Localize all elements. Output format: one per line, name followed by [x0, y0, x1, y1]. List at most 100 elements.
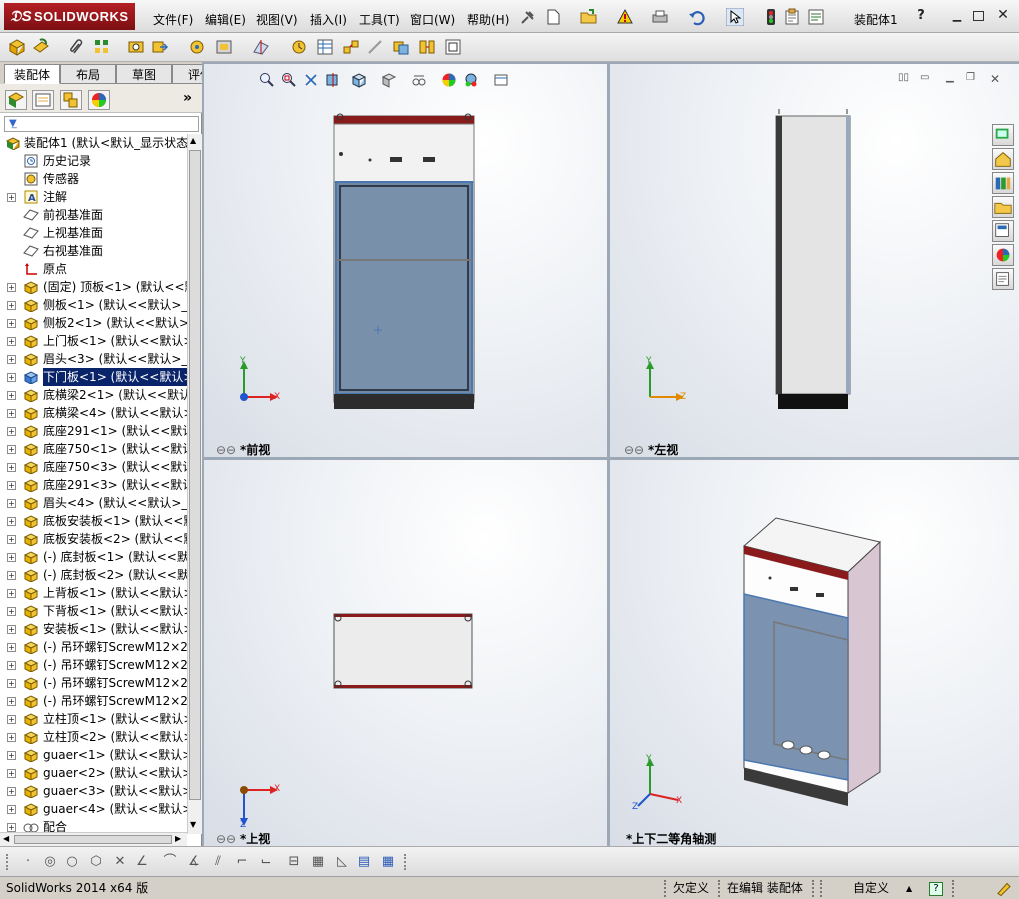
close-button[interactable]: ✕	[996, 8, 1010, 22]
design-library-tab[interactable]	[992, 148, 1014, 170]
tree-root-assembly[interactable]: 装配体1 (默认<默认_显示状态	[0, 134, 187, 152]
tree-item[interactable]: + 底板安装板<1> (默认<<默	[0, 512, 187, 530]
help-button[interactable]: ?	[914, 9, 928, 22]
appearances-tab[interactable]	[992, 244, 1014, 266]
smart-fasteners-icon[interactable]	[127, 38, 145, 56]
menu-edit[interactable]: 编辑(E)	[205, 11, 246, 28]
rebuild-warning-icon[interactable]	[616, 8, 634, 26]
traffic-light-icon[interactable]	[762, 8, 780, 26]
tree-item[interactable]: + 上背板<1> (默认<<默认>_	[0, 584, 187, 602]
grid-icon[interactable]: ▦	[310, 854, 326, 870]
minimize-button[interactable]: ▁	[950, 9, 964, 22]
new-document-icon[interactable]	[544, 8, 562, 26]
help-status-icon[interactable]: ?	[929, 882, 943, 896]
expand-toggle-icon[interactable]: +	[7, 283, 16, 292]
tree-item[interactable]: 右视基准面	[0, 242, 187, 260]
tree-item[interactable]: + (-) 底封板<1> (默认<<默认	[0, 548, 187, 566]
scroll-thumb[interactable]	[189, 150, 201, 800]
menu-file[interactable]: 文件(F)	[153, 11, 193, 28]
display-manager-tab[interactable]	[88, 90, 110, 110]
pin-icon[interactable]	[518, 9, 536, 27]
expand-toggle-icon[interactable]: +	[7, 769, 16, 778]
tree-item[interactable]: + 底座291<1> (默认<<默认>	[0, 422, 187, 440]
expand-toggle-icon[interactable]: +	[7, 607, 16, 616]
expand-toggle-icon[interactable]: +	[7, 697, 16, 706]
tree-item[interactable]: + 侧板2<1> (默认<<默认>_显	[0, 314, 187, 332]
viewport-isometric[interactable]: Y X Z *上下二等角轴测	[610, 460, 1019, 846]
options-icon[interactable]	[783, 8, 801, 26]
menu-window[interactable]: 窗口(W)	[410, 11, 455, 28]
property-manager-tab[interactable]	[32, 90, 54, 110]
tree-item[interactable]: 原点	[0, 260, 187, 278]
expand-toggle-icon[interactable]: +	[7, 319, 16, 328]
view-palette-tab[interactable]	[992, 220, 1014, 242]
corner-rectangle-icon[interactable]: ⌐	[234, 854, 250, 870]
polygon-icon[interactable]: ⬡	[88, 854, 104, 870]
tree-item[interactable]: + (-) 吊环螺钉ScrewM12×22[G	[0, 638, 187, 656]
tree-horizontal-scrollbar[interactable]: ◀ ▶	[0, 832, 187, 846]
tree-item[interactable]: + 底座750<3> (默认<<默认>	[0, 458, 187, 476]
scroll-right-icon[interactable]: ▶	[175, 834, 181, 843]
expand-toggle-icon[interactable]: +	[7, 535, 16, 544]
tree-item[interactable]: + 下门板<1> (默认<<默认>_	[0, 368, 187, 386]
tree-item[interactable]: + guaer<4> (默认<<默认>_显	[0, 800, 187, 818]
show-hidden-components-icon[interactable]	[188, 38, 206, 56]
scroll-up-icon[interactable]: ▲	[190, 136, 196, 145]
scroll-left-icon[interactable]: ◀	[3, 834, 9, 843]
tree-item[interactable]: + 侧板<1> (默认<<默认>_显	[0, 296, 187, 314]
custom-properties-tab[interactable]	[992, 268, 1014, 290]
expand-toggle-icon[interactable]: +	[7, 355, 16, 364]
reference-geometry-icon[interactable]	[252, 38, 270, 56]
explode-line-sketch-icon[interactable]	[366, 38, 384, 56]
tree-item[interactable]: 前视基准面	[0, 206, 187, 224]
file-explorer-tab[interactable]	[992, 172, 1014, 194]
tree-vertical-scrollbar[interactable]: ▲ ▼	[187, 134, 202, 834]
offset-entities-icon[interactable]: ⫽	[210, 854, 226, 870]
expand-toggle-icon[interactable]: +	[7, 661, 16, 670]
tree-item[interactable]: + 眉头<4> (默认<<默认>_显	[0, 494, 187, 512]
layout-table-icon[interactable]: ▦	[380, 854, 396, 870]
expand-toggle-icon[interactable]: +	[7, 589, 16, 598]
solidworks-logo[interactable]: 𝔇S SOLIDWORKS	[4, 3, 135, 30]
viewport-left[interactable]: ▯▯ ▭ ▁ ❐ ✕ Y Z ⊖⊖ *左视	[610, 64, 1019, 457]
expand-toggle-icon[interactable]: +	[7, 409, 16, 418]
tree-filter-field[interactable]: ▼̲	[4, 116, 199, 132]
instant3d-icon[interactable]	[444, 38, 462, 56]
tree-item[interactable]: 传感器	[0, 170, 187, 188]
tree-item[interactable]: + 眉头<3> (默认<<默认>_显	[0, 350, 187, 368]
expand-toggle-icon[interactable]: +	[7, 193, 16, 202]
sketch-fillet-icon[interactable]: ⌒	[162, 854, 178, 870]
tab-layout[interactable]: 布局	[60, 64, 116, 84]
tree-item[interactable]: + 底横梁<4> (默认<<默认>_	[0, 404, 187, 422]
tab-assembly[interactable]: 装配体	[4, 64, 60, 84]
tree-item[interactable]: + (固定) 顶板<1> (默认<<默认	[0, 278, 187, 296]
tree-item[interactable]: + (-) 吊环螺钉ScrewM12×22[G	[0, 656, 187, 674]
tree-item[interactable]: + 上门板<1> (默认<<默认>_	[0, 332, 187, 350]
restore-button[interactable]	[973, 11, 984, 21]
insert-components-icon[interactable]	[8, 38, 26, 56]
link-view-icon[interactable]: ⊖⊖	[624, 443, 648, 457]
units-dropdown-icon[interactable]: ▲	[906, 880, 912, 897]
expand-toggle-icon[interactable]: +	[7, 481, 16, 490]
expand-toggle-icon[interactable]: +	[7, 499, 16, 508]
feature-manager-tab[interactable]	[5, 90, 27, 110]
circle-outline-icon[interactable]: ○	[64, 854, 80, 870]
triangle-icon[interactable]: ◺	[334, 854, 350, 870]
folder-tab[interactable]	[992, 196, 1014, 218]
tree-item[interactable]: + 立柱顶<2> (默认<<默认>_	[0, 728, 187, 746]
tree-item[interactable]: + 底座291<3> (默认<<默认>	[0, 476, 187, 494]
open-folder-icon[interactable]	[580, 8, 598, 26]
viewport-front[interactable]: Y X ⊖⊖ *前视	[204, 64, 607, 457]
convert-entities-icon[interactable]: ⌙	[258, 854, 274, 870]
assembly-features-icon[interactable]	[215, 38, 233, 56]
expand-toggle-icon[interactable]: +	[7, 679, 16, 688]
exploded-view-icon[interactable]	[342, 38, 360, 56]
angle-icon[interactable]: ∠	[134, 854, 150, 870]
expand-panel-icon[interactable]: »	[183, 90, 192, 106]
circle-icon[interactable]: ◎	[42, 854, 58, 870]
tree-item[interactable]: + (-) 底封板<2> (默认<<默认	[0, 566, 187, 584]
expand-toggle-icon[interactable]: +	[7, 445, 16, 454]
expand-toggle-icon[interactable]: +	[7, 787, 16, 796]
tree-item[interactable]: + 立柱顶<1> (默认<<默认>_	[0, 710, 187, 728]
bill-of-materials-icon[interactable]	[316, 38, 334, 56]
